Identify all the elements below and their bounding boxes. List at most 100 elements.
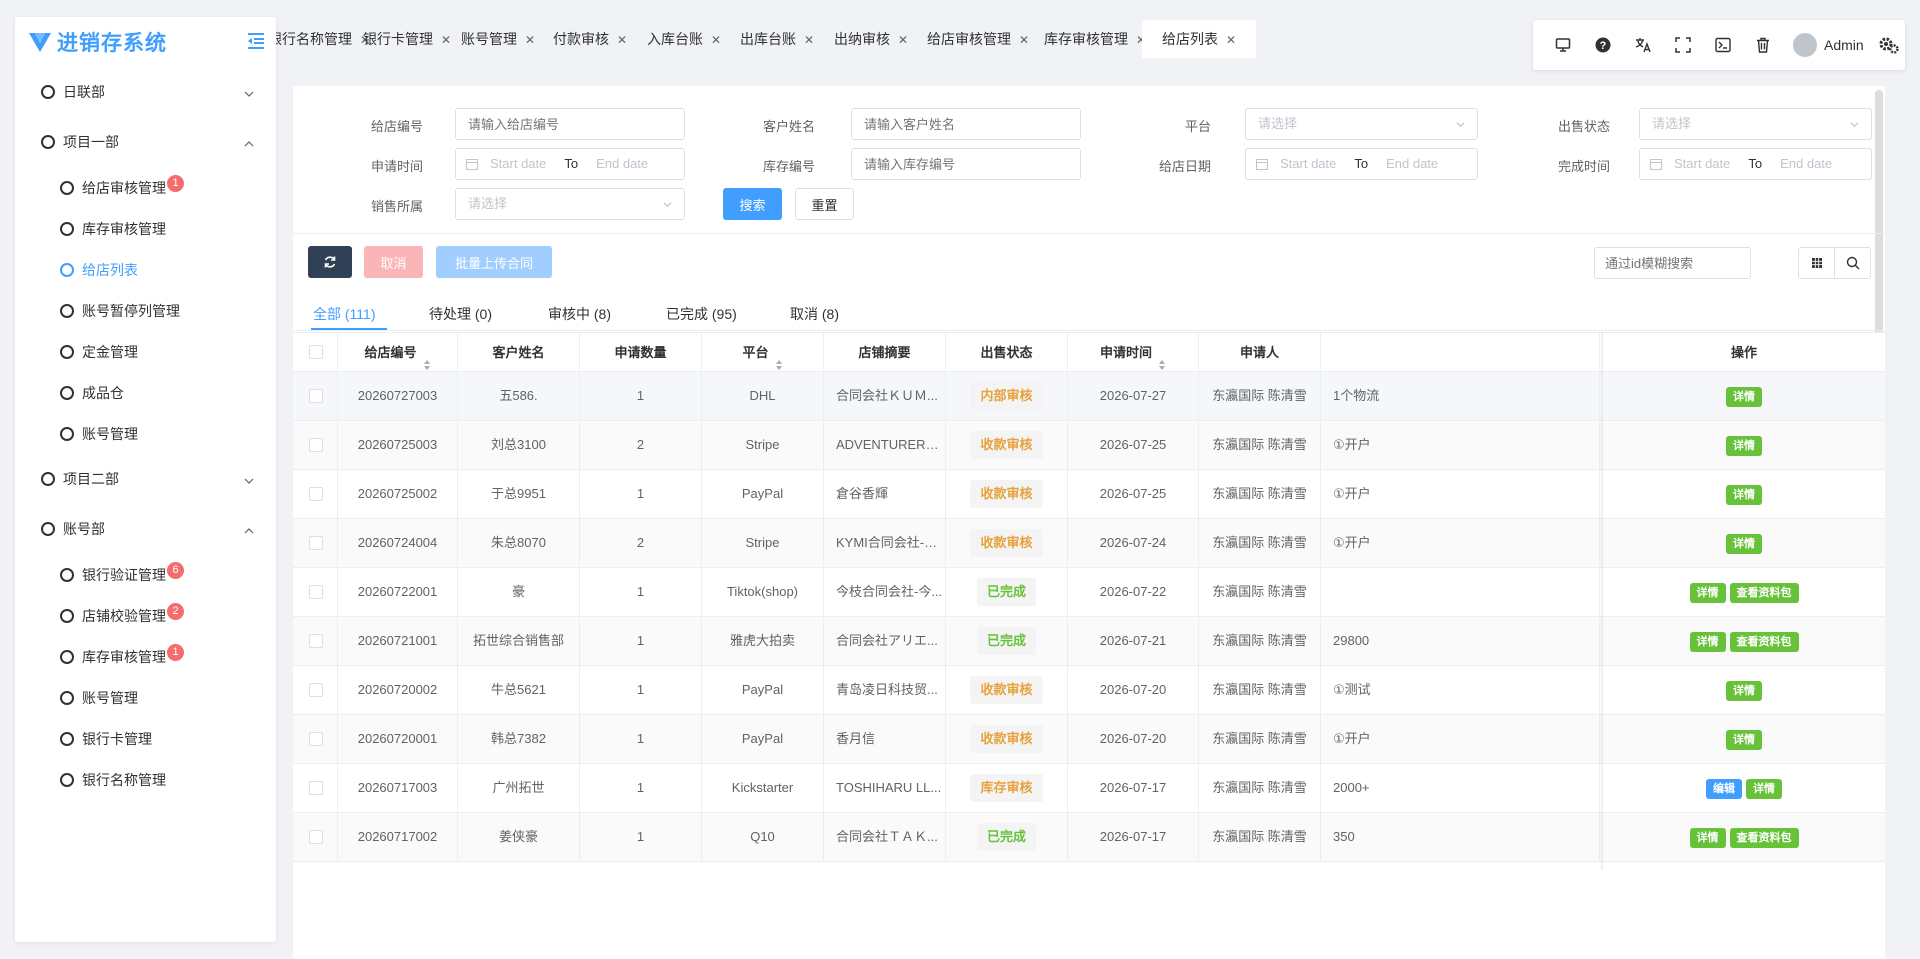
column-header[interactable]: 店铺摘要 (824, 333, 946, 372)
detail-button[interactable]: 详情 (1726, 386, 1762, 407)
close-icon[interactable]: ✕ (441, 33, 451, 47)
table-row[interactable]: 20260725002 于总9951 1 PayPal 倉谷香輝 收款审核 2026-07-… (293, 470, 1885, 519)
view-package-button[interactable]: 查看资料包 (1729, 631, 1799, 652)
user-name[interactable]: Admin (1824, 37, 1864, 53)
batch-upload-button[interactable]: 批量上传合同 (436, 246, 552, 278)
settings-icon[interactable] (1878, 34, 1900, 56)
table-row[interactable]: 20260724004 朱总8070 2 Stripe KYMI合同会社-森... 收款审… (293, 519, 1885, 568)
row-checkbox[interactable] (309, 830, 323, 844)
table-row[interactable]: 20260717002 姜侠豪 1 Q10 合同会社ＴＡＫ... 已完成 2026-07-1… (293, 813, 1885, 862)
close-icon[interactable]: ✕ (898, 33, 908, 47)
column-header[interactable] (1321, 333, 1600, 372)
shop-no-input[interactable] (455, 108, 685, 140)
sidebar-item[interactable]: 银行验证管理 6 (15, 554, 276, 595)
view-package-button[interactable]: 查看资料包 (1729, 582, 1799, 603)
close-icon[interactable]: ✕ (525, 33, 535, 47)
row-checkbox[interactable] (309, 438, 323, 452)
avatar[interactable] (1793, 33, 1817, 57)
detail-button[interactable]: 详情 (1689, 631, 1726, 652)
sidebar-group[interactable]: 日联部 (15, 67, 276, 117)
status-tab[interactable]: 取消 (8) (790, 304, 839, 324)
table-row[interactable]: 20260725003 刘总3100 2 Stripe ADVENTURERA... 收款… (293, 421, 1885, 470)
row-checkbox[interactable] (309, 634, 323, 648)
belong-select[interactable]: 请选择 (455, 188, 685, 220)
detail-button[interactable]: 详情 (1726, 729, 1762, 750)
apply-time-range[interactable]: Start date To End date (455, 148, 685, 180)
sidebar-item[interactable]: 账号管理 (15, 413, 276, 454)
detail-button[interactable]: 详情 (1726, 680, 1762, 701)
table-row[interactable]: 20260721001 拓世综合销售部 1 雅虎大拍卖 合同会社アリエ... 已完成 202… (293, 617, 1885, 666)
view-package-button[interactable]: 查看资料包 (1729, 827, 1799, 848)
row-checkbox[interactable] (309, 781, 323, 795)
table-row[interactable]: 20260720002 牛总5621 1 PayPal 青岛凌日科技贸... 收款审核 20… (293, 666, 1885, 715)
detail-button[interactable]: 详情 (1746, 778, 1782, 799)
sidebar-item[interactable]: 给店列表 (15, 249, 276, 290)
sidebar-item[interactable]: 银行名称管理 (15, 759, 276, 800)
search-button[interactable]: 搜索 (723, 188, 782, 220)
grid-view-button[interactable] (1798, 247, 1835, 279)
search-toggle-button[interactable] (1834, 247, 1871, 279)
tab[interactable]: 入库台账 ✕ (647, 20, 721, 58)
select-all-checkbox[interactable] (309, 345, 323, 359)
menu-collapse-icon[interactable] (246, 32, 266, 50)
id-search-input[interactable] (1594, 247, 1751, 279)
table-row[interactable]: 20260720001 韩总7382 1 PayPal 香月信 收款审核 2026-07-2… (293, 715, 1885, 764)
table-row[interactable]: 20260722001 豪 1 Tiktok(shop) 今枝合同会社-今... 已完成 2… (293, 568, 1885, 617)
stock-no-input[interactable] (851, 148, 1081, 180)
status-tab[interactable]: 审核中 (8) (548, 304, 611, 324)
row-checkbox[interactable] (309, 487, 323, 501)
tab[interactable]: 账号管理 ✕ (461, 20, 535, 58)
sidebar-item[interactable]: 库存审核管理 1 (15, 636, 276, 677)
status-tab[interactable]: 全部 (111) (313, 304, 376, 324)
sidebar-item[interactable]: 成品仓 (15, 372, 276, 413)
tab[interactable]: 库存审核管理✕ (1044, 20, 1146, 58)
tab[interactable]: 出纳审核 ✕ (834, 20, 908, 58)
tab[interactable]: 银行名称管理 ✕ (276, 20, 370, 58)
sidebar-item[interactable]: 店铺校验管理 2 (15, 595, 276, 636)
column-header[interactable]: 出售状态 (946, 333, 1068, 372)
detail-button[interactable]: 详情 (1689, 827, 1726, 848)
reset-button[interactable]: 重置 (795, 188, 854, 220)
refresh-button[interactable] (308, 246, 352, 278)
tab[interactable]: 给店审核管理 ✕ (927, 20, 1029, 58)
detail-button[interactable]: 详情 (1726, 533, 1762, 554)
close-icon[interactable]: ✕ (711, 33, 721, 47)
edit-button[interactable]: 编辑 (1706, 778, 1742, 799)
translate-icon[interactable] (1623, 20, 1663, 70)
sale-status-select[interactable]: 请选择 (1639, 108, 1872, 140)
row-checkbox[interactable] (309, 585, 323, 599)
row-checkbox[interactable] (309, 536, 323, 550)
sort-icon[interactable] (775, 347, 783, 370)
sort-icon[interactable] (423, 347, 431, 370)
sidebar-item[interactable]: 库存审核管理 (15, 208, 276, 249)
fullscreen-icon[interactable] (1663, 20, 1703, 70)
tab[interactable]: 出库台账 ✕ (740, 20, 814, 58)
row-checkbox[interactable] (309, 683, 323, 697)
column-header[interactable]: 申请人 (1199, 333, 1321, 372)
finish-time-range[interactable]: Start date To End date (1639, 148, 1872, 180)
platform-select[interactable]: 请选择 (1245, 108, 1478, 140)
detail-button[interactable]: 详情 (1726, 484, 1762, 505)
tab[interactable]: 付款审核 ✕ (553, 20, 627, 58)
sidebar-item[interactable]: 账号暂停列管理 (15, 290, 276, 331)
column-header[interactable]: 申请数量 (580, 333, 702, 372)
close-icon[interactable]: ✕ (1019, 33, 1029, 47)
tab[interactable]: 银行卡管理 ✕ (363, 20, 451, 58)
status-tab[interactable]: 待处理 (0) (429, 304, 492, 324)
sidebar-group[interactable]: 账号部 (15, 504, 276, 554)
sidebar-group[interactable]: 项目二部 (15, 454, 276, 504)
customer-input[interactable] (851, 108, 1081, 140)
terminal-icon[interactable] (1703, 20, 1743, 70)
column-header[interactable]: 平台 (702, 333, 824, 372)
sidebar-item[interactable]: 银行卡管理 (15, 718, 276, 759)
sidebar-item[interactable]: 账号管理 (15, 677, 276, 718)
column-header[interactable]: 申请时间 (1068, 333, 1199, 372)
trash-icon[interactable] (1743, 20, 1783, 70)
shop-date-range[interactable]: Start date To End date (1245, 148, 1478, 180)
detail-button[interactable]: 详情 (1689, 582, 1726, 603)
sidebar-group[interactable]: 项目一部 (15, 117, 276, 167)
column-header[interactable]: 客户姓名 (458, 333, 580, 372)
detail-button[interactable]: 详情 (1726, 435, 1762, 456)
row-checkbox[interactable] (309, 389, 323, 403)
close-icon[interactable]: ✕ (804, 33, 814, 47)
